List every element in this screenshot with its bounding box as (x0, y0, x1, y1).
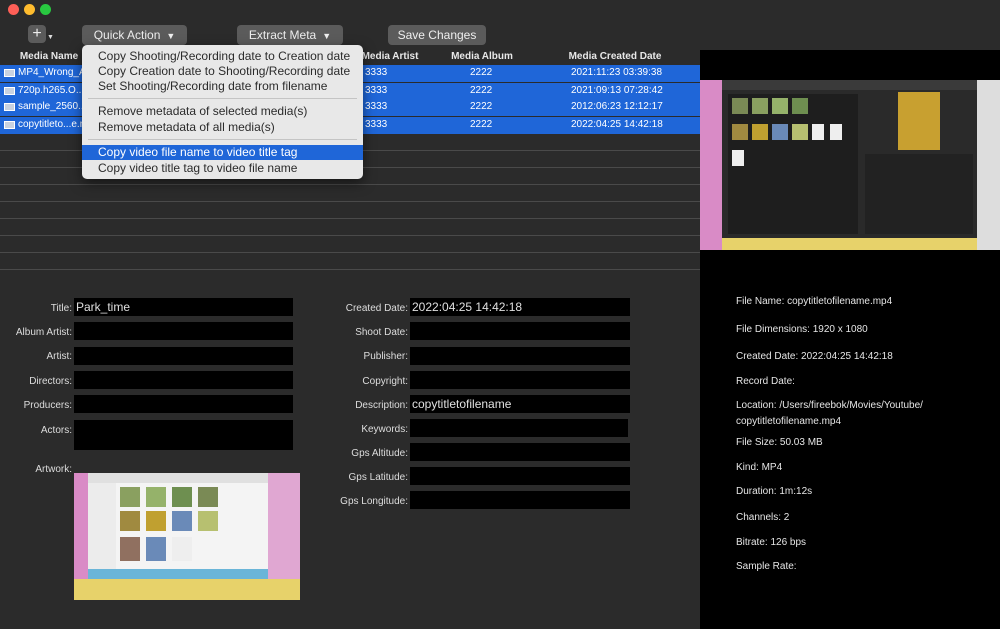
info-duration: Duration: 1m:12s (736, 486, 813, 497)
publisher-field[interactable] (410, 347, 630, 365)
menu-item-copy-title-to-filename[interactable]: Copy video title tag to video file name (82, 161, 363, 176)
column-media-created-date[interactable]: Media Created Date (560, 51, 670, 62)
info-record-date: Record Date: (736, 376, 795, 387)
info-kind: Kind: MP4 (736, 462, 783, 473)
quick-action-menu: Copy Shooting/Recording date to Creation… (82, 45, 363, 179)
menu-item-remove-all-metadata[interactable]: Remove metadata of all media(s) (82, 120, 363, 135)
table-row-empty (0, 219, 700, 236)
menu-separator (88, 98, 357, 99)
cell-media-created-date: 2012:06:23 12:12:17 (571, 101, 663, 112)
cell-media-created-date: 2022:04:25 14:42:18 (571, 119, 663, 130)
info-created-date: Created Date: 2022:04:25 14:42:18 (736, 351, 893, 362)
menu-item-copy-creation-to-shoot[interactable]: Copy Creation date to Shooting/Recording… (82, 64, 363, 79)
file-info-panel: File Name: copytitletofilename.mp4 File … (700, 250, 1000, 629)
cell-media-name: 720p.h265.O...L (18, 85, 90, 96)
cell-media-album: 2222 (470, 119, 493, 130)
artwork-label: Artwork: (35, 464, 72, 475)
artist-label: Artist: (46, 351, 72, 362)
zoom-window-button[interactable] (40, 4, 51, 15)
description-field[interactable]: copytitletofilename (410, 395, 630, 413)
table-row-empty (0, 236, 700, 253)
info-location-cont: copytitletofilename.mp4 (736, 416, 842, 427)
actors-field[interactable] (74, 420, 293, 450)
keywords-label: Keywords: (361, 424, 408, 435)
title-bar (0, 0, 1000, 18)
cell-media-album: 2222 (470, 101, 493, 112)
menu-item-copy-shoot-to-creation[interactable]: Copy Shooting/Recording date to Creation… (82, 49, 363, 64)
media-thumbnail-icon (4, 103, 15, 111)
keywords-field[interactable] (410, 419, 628, 437)
directors-field[interactable] (74, 371, 293, 389)
gps-altitude-label: Gps Altitude: (351, 448, 408, 459)
created-date-field[interactable]: 2022:04:25 14:42:18 (410, 298, 630, 316)
table-row-empty (0, 253, 700, 270)
media-preview (700, 80, 1000, 250)
gps-altitude-field[interactable] (410, 443, 630, 461)
copyright-label: Copyright: (362, 376, 408, 387)
save-changes-button[interactable]: Save Changes (388, 25, 486, 45)
menu-item-copy-filename-to-title[interactable]: Copy video file name to video title tag (82, 145, 363, 160)
info-bitrate: Bitrate: 126 bps (736, 537, 807, 548)
actors-label: Actors: (40, 425, 72, 436)
chevron-down-icon: ▼ (166, 31, 176, 41)
shoot-date-label: Shoot Date: (355, 327, 408, 338)
album-artist-label: Album Artist: (15, 327, 72, 338)
menu-item-set-date-from-filename[interactable]: Set Shooting/Recording date from filenam… (82, 79, 363, 94)
producers-label: Producers: (23, 400, 72, 411)
info-channels: Channels: 2 (736, 512, 790, 523)
extract-meta-button[interactable]: Extract Meta ▼ (237, 25, 343, 45)
artwork-image[interactable] (74, 473, 300, 600)
producers-field[interactable] (74, 395, 293, 413)
gps-latitude-label: Gps Latitude: (348, 472, 408, 483)
directors-label: Directors: (29, 376, 72, 387)
gps-longitude-field[interactable] (410, 491, 630, 509)
media-thumbnail-icon (4, 69, 15, 77)
publisher-label: Publisher: (363, 351, 408, 362)
cell-media-artist: 3333 (365, 85, 388, 96)
album-artist-field[interactable] (74, 322, 293, 340)
cell-media-artist: 3333 (365, 101, 388, 112)
column-media-album[interactable]: Media Album (440, 51, 524, 62)
media-thumbnail-icon (4, 87, 15, 95)
extract-meta-label: Extract Meta (248, 28, 317, 42)
table-row-empty (0, 202, 700, 219)
gps-latitude-field[interactable] (410, 467, 630, 485)
add-media-button[interactable]: + (28, 25, 46, 43)
menu-item-remove-selected-metadata[interactable]: Remove metadata of selected media(s) (82, 104, 363, 119)
artist-field[interactable] (74, 347, 293, 365)
media-thumbnail-icon (4, 121, 15, 129)
cell-media-album: 2222 (470, 85, 493, 96)
artwork-thumbnail (74, 473, 300, 600)
quick-action-label: Quick Action (93, 28, 161, 42)
info-dimensions: File Dimensions: 1920 x 1080 (736, 324, 868, 335)
menu-separator (88, 139, 357, 140)
copyright-field[interactable] (410, 371, 630, 389)
preview-top-margin (700, 50, 1000, 80)
preview-image (700, 80, 1000, 250)
info-file-size: File Size: 50.03 MB (736, 437, 823, 448)
title-field[interactable]: Park_time (74, 298, 293, 316)
title-label: Title: (50, 303, 72, 314)
cell-media-created-date: 2021:11:23 03:39:38 (571, 67, 663, 78)
cell-media-artist: 3333 (365, 67, 388, 78)
cell-media-artist: 3333 (365, 119, 388, 130)
gps-longitude-label: Gps Longitude: (340, 496, 408, 507)
column-media-name[interactable]: Media Name (8, 51, 90, 62)
created-date-label: Created Date: (345, 303, 408, 314)
info-file-name: File Name: copytitletofilename.mp4 (736, 296, 893, 307)
description-label: Description: (355, 400, 408, 411)
close-window-button[interactable] (8, 4, 19, 15)
quick-action-button[interactable]: Quick Action ▼ (82, 25, 187, 45)
info-location: Location: /Users/fireebok/Movies/Youtube… (736, 400, 923, 411)
add-menu-caret-icon[interactable]: ▼ (47, 34, 54, 41)
info-sample-rate: Sample Rate: (736, 561, 797, 572)
cell-media-album: 2222 (470, 67, 493, 78)
cell-media-created-date: 2021:09:13 07:28:42 (571, 85, 663, 96)
minimize-window-button[interactable] (24, 4, 35, 15)
chevron-down-icon: ▼ (322, 31, 332, 41)
table-row-empty (0, 185, 700, 202)
shoot-date-field[interactable] (410, 322, 630, 340)
